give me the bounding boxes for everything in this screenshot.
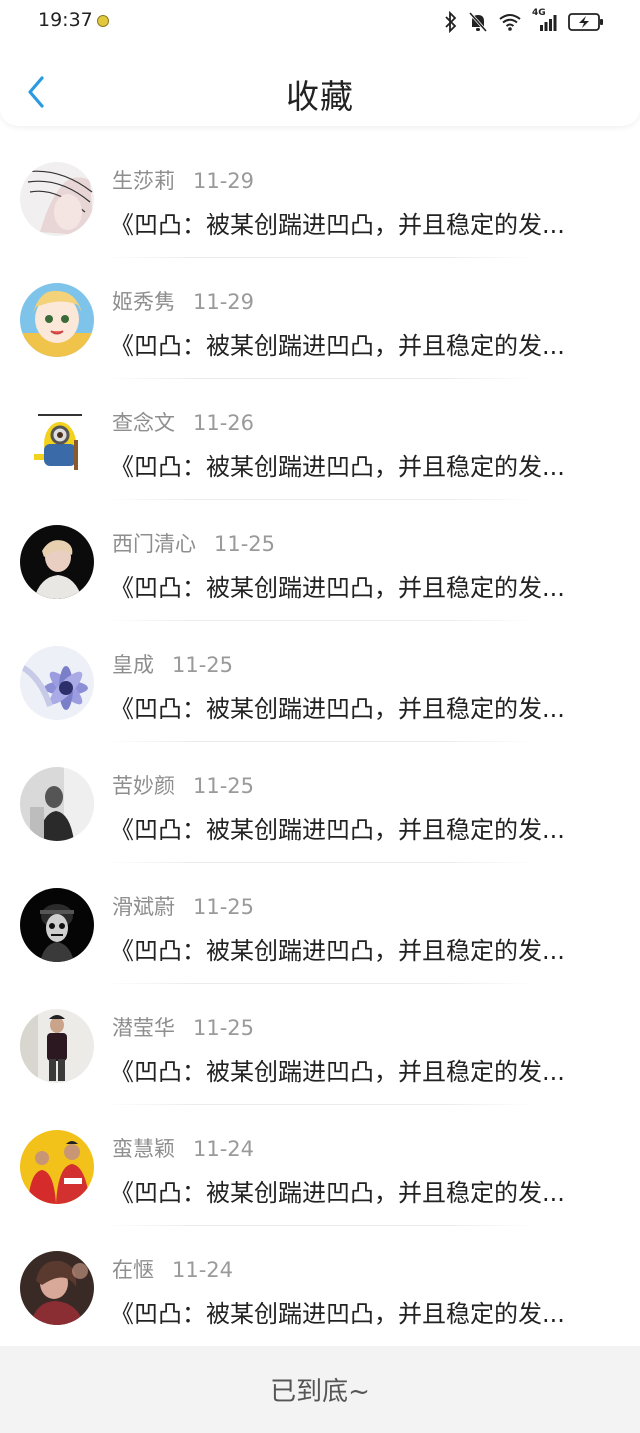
user-name: 生莎莉 11-29	[112, 165, 254, 195]
favorite-text: 《凹凸：被某创踹进凹凸，并且稳定的发...	[110, 453, 565, 481]
user-name: 西门清心 11-25	[112, 528, 275, 558]
notification-icon	[97, 15, 109, 27]
favorite-text: 《凹凸：被某创踹进凹凸，并且稳定的发...	[110, 816, 565, 844]
avatar	[20, 1251, 94, 1325]
favorite-text: 《凹凸：被某创踹进凹凸，并且稳定的发...	[110, 937, 565, 965]
post-date: 11-25	[172, 653, 234, 677]
user-name-text: 生莎莉	[112, 169, 175, 193]
favorite-item[interactable]: 姬秀隽 11-29 《凹凸：被某创踹进凹凸，并且稳定的发...	[0, 258, 640, 379]
user-name: 皇成 11-25	[112, 649, 233, 679]
post-date: 11-24	[193, 1137, 255, 1161]
user-name: 潜莹华 11-25	[112, 1012, 254, 1042]
avatar	[20, 404, 94, 478]
user-name-text: 滑斌蔚	[112, 895, 175, 919]
signal-icon: 4G	[532, 8, 558, 33]
status-time: 19:37	[38, 9, 93, 31]
user-name-text: 皇成	[112, 653, 154, 677]
avatar	[20, 283, 94, 357]
favorite-text: 《凹凸：被某创踹进凹凸，并且稳定的发...	[110, 332, 565, 360]
user-name-text: 苦妙颜	[112, 774, 175, 798]
user-name-text: 西门清心	[112, 532, 196, 556]
favorite-item[interactable]: 在惬 11-24 《凹凸：被某创踹进凹凸，并且稳定的发...	[0, 1226, 640, 1347]
list-end-footer: 已到底~	[0, 1346, 640, 1433]
avatar	[20, 1130, 94, 1204]
favorite-item[interactable]: 蛮慧颖 11-24 《凹凸：被某创踹进凹凸，并且稳定的发...	[0, 1105, 640, 1226]
favorite-item[interactable]: 皇成 11-25 《凹凸：被某创踹进凹凸，并且稳定的发...	[0, 621, 640, 742]
post-date: 11-25	[193, 1016, 255, 1040]
bluetooth-icon	[445, 11, 457, 33]
favorite-item[interactable]: 苦妙颜 11-25 《凹凸：被某创踹进凹凸，并且稳定的发...	[0, 742, 640, 863]
favorite-item[interactable]: 滑斌蔚 11-25 《凹凸：被某创踹进凹凸，并且稳定的发...	[0, 863, 640, 984]
avatar	[20, 1009, 94, 1083]
top-bar: 19:37 4G 收藏	[0, 0, 640, 126]
battery-charging-icon	[568, 13, 603, 31]
page-title: 收藏	[286, 77, 354, 116]
user-name-text: 潜莹华	[112, 1016, 175, 1040]
wifi-icon	[499, 14, 521, 31]
bell-muted-icon	[468, 12, 488, 32]
user-name-text: 姬秀隽	[112, 290, 175, 314]
user-name-text: 在惬	[112, 1258, 154, 1282]
avatar	[20, 888, 94, 962]
user-name-text: 蛮慧颖	[112, 1137, 175, 1161]
favorite-text: 《凹凸：被某创踹进凹凸，并且稳定的发...	[110, 1058, 565, 1086]
post-date: 11-24	[172, 1258, 234, 1282]
favorite-text: 《凹凸：被某创踹进凹凸，并且稳定的发...	[110, 1179, 565, 1207]
avatar	[20, 646, 94, 720]
favorite-text: 《凹凸：被某创踹进凹凸，并且稳定的发...	[110, 211, 565, 239]
favorite-item[interactable]: 潜莹华 11-25 《凹凸：被某创踹进凹凸，并且稳定的发...	[0, 984, 640, 1105]
favorite-item[interactable]: 生莎莉 11-29 《凹凸：被某创踹进凹凸，并且稳定的发...	[0, 137, 640, 258]
favorite-text: 《凹凸：被某创踹进凹凸，并且稳定的发...	[110, 695, 565, 723]
user-name: 查念文 11-26	[112, 407, 254, 437]
user-name-text: 查念文	[112, 411, 175, 435]
favorite-item[interactable]: 查念文 11-26 《凹凸：被某创踹进凹凸，并且稳定的发...	[0, 379, 640, 500]
post-date: 11-25	[193, 895, 255, 919]
status-bar: 19:37 4G	[0, 0, 640, 44]
status-icons: 4G	[444, 8, 604, 34]
header: 收藏	[0, 56, 640, 126]
end-of-list-text: 已到底~	[270, 1377, 370, 1407]
avatar	[20, 162, 94, 236]
user-name: 蛮慧颖 11-24	[112, 1133, 254, 1163]
user-name: 滑斌蔚 11-25	[112, 891, 254, 921]
user-name: 在惬 11-24	[112, 1254, 233, 1284]
favorite-text: 《凹凸：被某创踹进凹凸，并且稳定的发...	[110, 574, 565, 602]
user-name: 苦妙颜 11-25	[112, 770, 254, 800]
avatar	[20, 525, 94, 599]
favorite-item[interactable]: 西门清心 11-25 《凹凸：被某创踹进凹凸，并且稳定的发...	[0, 500, 640, 621]
user-name: 姬秀隽 11-29	[112, 286, 254, 316]
post-date: 11-25	[193, 774, 255, 798]
post-date: 11-26	[193, 411, 255, 435]
favorite-text: 《凹凸：被某创踹进凹凸，并且稳定的发...	[110, 1300, 565, 1328]
avatar	[20, 767, 94, 841]
post-date: 11-29	[193, 290, 255, 314]
post-date: 11-29	[193, 169, 255, 193]
post-date: 11-25	[214, 532, 276, 556]
favorites-list: 生莎莉 11-29 《凹凸：被某创踹进凹凸，并且稳定的发... 姬秀隽 11-29 …	[0, 137, 640, 1347]
